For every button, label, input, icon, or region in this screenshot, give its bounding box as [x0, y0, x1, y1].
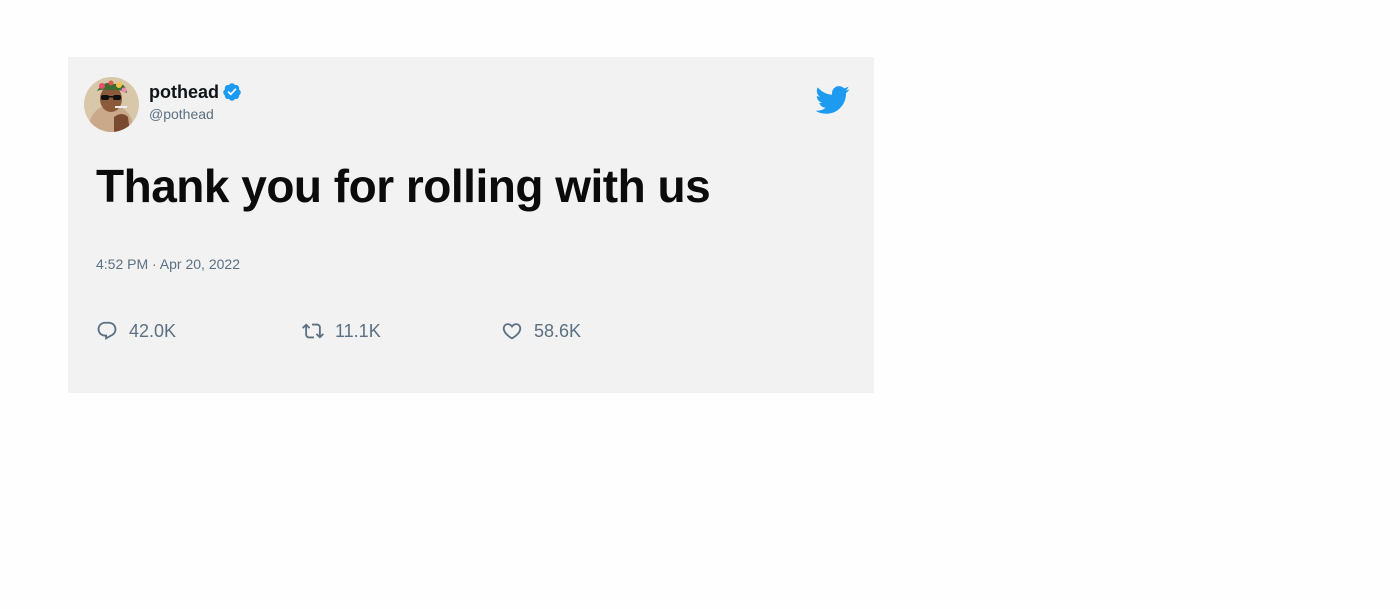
- like-count: 58.6K: [534, 321, 582, 341]
- retweet-button[interactable]: 11.1K: [302, 319, 381, 343]
- tweet-text: Thank you for rolling with us: [96, 160, 711, 212]
- tweet-timestamp[interactable]: 4:52 PM · Apr 20, 2022: [96, 255, 240, 273]
- author-handle[interactable]: @pothead: [149, 105, 214, 123]
- tweet-card[interactable]: pothead @pothead Thank you for rolling w…: [68, 57, 874, 393]
- avatar-photo-icon: [84, 77, 139, 132]
- reply-button[interactable]: 42.0K: [96, 319, 176, 343]
- retweet-icon: [302, 320, 324, 342]
- author-name-row: pothead: [149, 81, 242, 103]
- verified-badge-icon: [222, 82, 242, 102]
- heart-icon: [501, 320, 523, 342]
- author-display-name[interactable]: pothead: [149, 81, 219, 103]
- like-button[interactable]: 58.6K: [501, 319, 581, 343]
- twitter-bird-icon[interactable]: [814, 85, 850, 115]
- retweet-count: 11.1K: [335, 321, 381, 341]
- reply-count: 42.0K: [129, 321, 177, 341]
- avatar[interactable]: [84, 77, 139, 132]
- reply-icon: [96, 320, 118, 342]
